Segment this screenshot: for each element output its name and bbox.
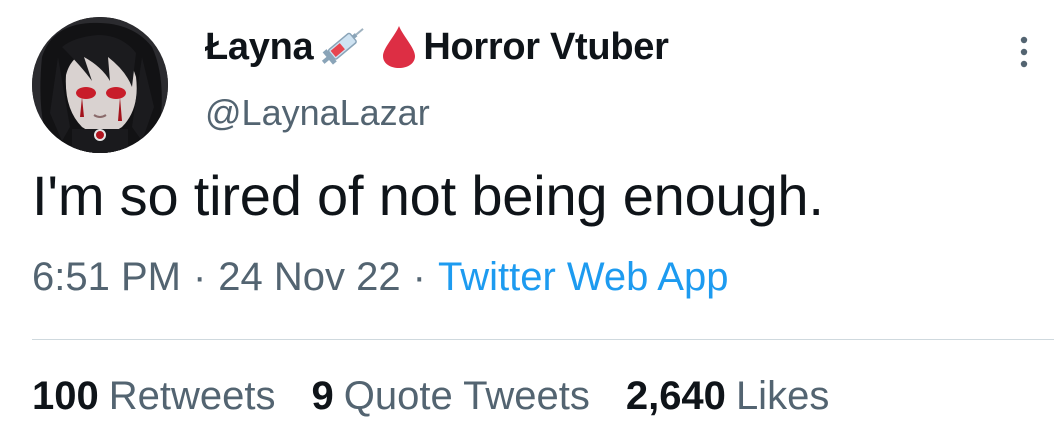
tweet-date[interactable]: 24 Nov 22: [218, 255, 400, 299]
tweet-stats: 100 Retweets 9 Quote Tweets 2,640 Likes: [32, 374, 865, 419]
author-display-name-suffix[interactable]: Horror Vtuber: [423, 26, 669, 69]
avatar[interactable]: [32, 17, 168, 153]
syringe-emoji-icon: [315, 22, 371, 72]
drop-of-blood-emoji-icon: [379, 24, 419, 70]
avatar-image: [32, 17, 168, 153]
quote-tweets-count: 9: [311, 374, 334, 418]
retweets-count: 100: [32, 374, 99, 418]
tweet-text: I'm so tired of not being enough.: [32, 164, 824, 227]
retweets-stat[interactable]: 100 Retweets: [32, 374, 276, 419]
likes-label: Likes: [735, 374, 830, 418]
tweet-time[interactable]: 6:51 PM: [32, 255, 181, 299]
tweet-meta: 6:51 PM · 24 Nov 22 · Twitter Web App: [32, 255, 728, 300]
likes-count: 2,640: [625, 374, 726, 418]
author-handle[interactable]: @LaynaLazar: [205, 92, 430, 134]
divider: [32, 339, 1054, 340]
author-name-row[interactable]: Łayna Horror Vtuber: [205, 22, 669, 72]
quote-tweets-stat[interactable]: 9 Quote Tweets: [312, 374, 590, 419]
retweets-label: Retweets: [108, 374, 276, 418]
more-options-icon[interactable]: [1012, 32, 1036, 72]
quote-tweets-label: Quote Tweets: [343, 374, 590, 418]
meta-separator: ·: [412, 255, 426, 299]
meta-separator: ·: [192, 255, 207, 299]
tweet-source-link[interactable]: Twitter Web App: [438, 255, 729, 299]
author-display-name[interactable]: Łayna: [205, 26, 314, 69]
likes-stat[interactable]: 2,640 Likes: [626, 374, 830, 419]
